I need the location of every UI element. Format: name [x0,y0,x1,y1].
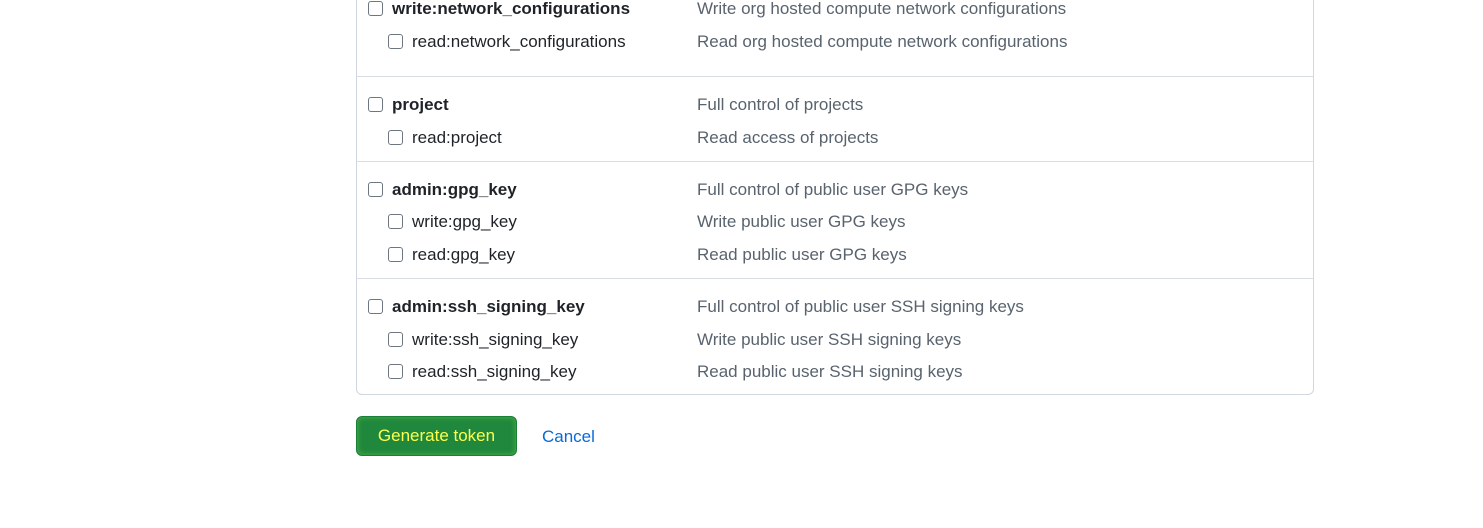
checkbox-read-gpg-key[interactable] [388,247,403,262]
scope-description: Write org hosted compute network configu… [697,0,1067,18]
scope-description: Full control of projects [697,95,864,114]
scope-description: Read org hosted compute network configur… [697,32,1068,51]
scope-group-network-configurations: write:network_configurations Write org h… [357,0,1313,76]
checkbox-write-gpg-key[interactable] [388,214,403,229]
scope-row-write-gpg-key: write:gpg_key Write public user GPG keys [357,210,1313,234]
scope-row-admin-ssh-signing-key: admin:ssh_signing_key Full control of pu… [357,295,1313,319]
generate-token-button[interactable]: Generate token [356,416,517,456]
scope-name: write:gpg_key [412,212,517,231]
scope-row-write-ssh-signing-key: write:ssh_signing_key Write public user … [357,328,1313,352]
scope-name: project [392,95,449,114]
scope-name: write:network_configurations [392,0,631,18]
scope-row-read-project: read:project Read access of projects [357,126,1313,150]
scope-description: Full control of public user SSH signing … [697,297,1024,316]
checkbox-project[interactable] [368,97,383,112]
scope-description: Full control of public user GPG keys [697,180,969,199]
scopes-list: write:network_configurations Write org h… [356,0,1314,395]
checkbox-read-ssh-signing-key[interactable] [388,364,403,379]
scope-description: Write public user SSH signing keys [697,330,962,349]
scope-description: Read access of projects [697,128,879,147]
scope-name: read:project [412,128,502,147]
scope-name: admin:ssh_signing_key [392,297,585,316]
scope-group-gpg-key: admin:gpg_key Full control of public use… [357,161,1313,278]
scope-name: admin:gpg_key [392,180,517,199]
checkbox-write-network-configurations[interactable] [368,1,383,16]
scope-description: Read public user SSH signing keys [697,362,963,381]
scope-description: Read public user GPG keys [697,245,907,264]
checkbox-read-project[interactable] [388,130,403,145]
scope-group-ssh-signing-key: admin:ssh_signing_key Full control of pu… [357,278,1313,394]
checkbox-write-ssh-signing-key[interactable] [388,332,403,347]
scope-row-read-gpg-key: read:gpg_key Read public user GPG keys [357,243,1313,267]
scope-name: write:ssh_signing_key [412,330,579,349]
checkbox-admin-ssh-signing-key[interactable] [368,299,383,314]
scope-row-read-network-configurations: read:network_configurations Read org hos… [357,30,1313,54]
scope-name: read:ssh_signing_key [412,362,577,381]
cancel-link[interactable]: Cancel [542,426,595,448]
scope-group-project: project Full control of projects read:pr… [357,76,1313,161]
checkbox-admin-gpg-key[interactable] [368,182,383,197]
checkbox-read-network-configurations[interactable] [388,34,403,49]
scope-row-write-network-configurations: write:network_configurations Write org h… [357,0,1313,21]
scope-row-read-ssh-signing-key: read:ssh_signing_key Read public user SS… [357,360,1313,384]
scope-row-admin-gpg-key: admin:gpg_key Full control of public use… [357,178,1313,202]
scope-name: read:network_configurations [412,32,626,51]
scope-row-project: project Full control of projects [357,93,1313,117]
scope-name: read:gpg_key [412,245,516,264]
scope-description: Write public user GPG keys [697,212,906,231]
